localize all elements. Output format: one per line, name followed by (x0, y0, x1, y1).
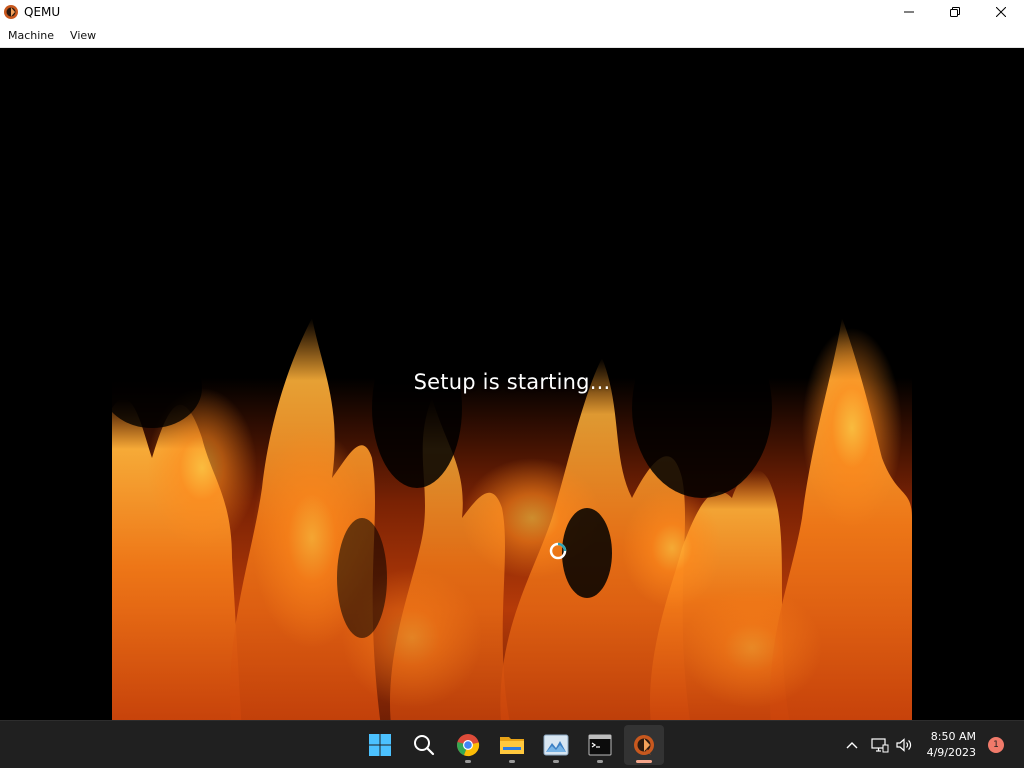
file-explorer-icon (500, 737, 524, 754)
photos-icon (543, 734, 569, 756)
window-title: QEMU (24, 5, 61, 19)
taskbar-qemu[interactable] (624, 725, 664, 765)
vm-display[interactable]: Setup is starting... (0, 48, 1024, 734)
network-icon (870, 738, 889, 753)
search-button[interactable] (404, 725, 444, 765)
chrome-icon (457, 734, 480, 757)
taskbar-terminal[interactable] (580, 725, 620, 765)
taskbar-apps (358, 721, 666, 768)
minimize-button[interactable] (886, 0, 932, 24)
menu-view[interactable]: View (62, 24, 104, 48)
window-titlebar[interactable]: QEMU (0, 0, 1024, 24)
restore-icon (950, 7, 960, 17)
fire-background-image (112, 258, 912, 734)
minimize-icon (904, 11, 914, 13)
volume-icon (895, 738, 911, 752)
loading-spinner-icon (549, 542, 567, 560)
taskbar: 8:50 AM 4/9/2023 1 (0, 720, 1024, 768)
running-indicator (597, 760, 603, 763)
taskbar-file-explorer[interactable] (492, 725, 532, 765)
clock-button[interactable]: 8:50 AM 4/9/2023 (919, 729, 988, 761)
qemu-logo-icon (4, 5, 18, 19)
menu-bar: Machine View (0, 24, 1024, 48)
clock-time: 8:50 AM (930, 730, 976, 743)
clock-date: 4/9/2023 (926, 746, 976, 759)
terminal-icon (588, 734, 612, 756)
notification-badge[interactable]: 1 (988, 737, 1004, 753)
chevron-up-icon (846, 742, 858, 749)
window-controls (886, 0, 1024, 24)
close-icon (996, 7, 1006, 17)
restore-button[interactable] (932, 0, 978, 24)
show-hidden-icons-button[interactable] (839, 729, 865, 761)
taskbar-photos[interactable] (536, 725, 576, 765)
close-button[interactable] (978, 0, 1024, 24)
active-indicator (636, 760, 652, 763)
menu-machine[interactable]: Machine (0, 24, 62, 48)
running-indicator (509, 760, 515, 763)
start-icon (369, 734, 391, 756)
system-tray: 8:50 AM 4/9/2023 1 (839, 721, 1024, 768)
qemu-icon (634, 735, 654, 755)
taskbar-chrome[interactable] (448, 725, 488, 765)
search-icon (414, 735, 435, 756)
start-button[interactable] (360, 725, 400, 765)
setup-status-text: Setup is starting... (413, 370, 611, 394)
quick-settings-button[interactable] (865, 729, 919, 761)
running-indicator (465, 760, 471, 763)
running-indicator (553, 760, 559, 763)
